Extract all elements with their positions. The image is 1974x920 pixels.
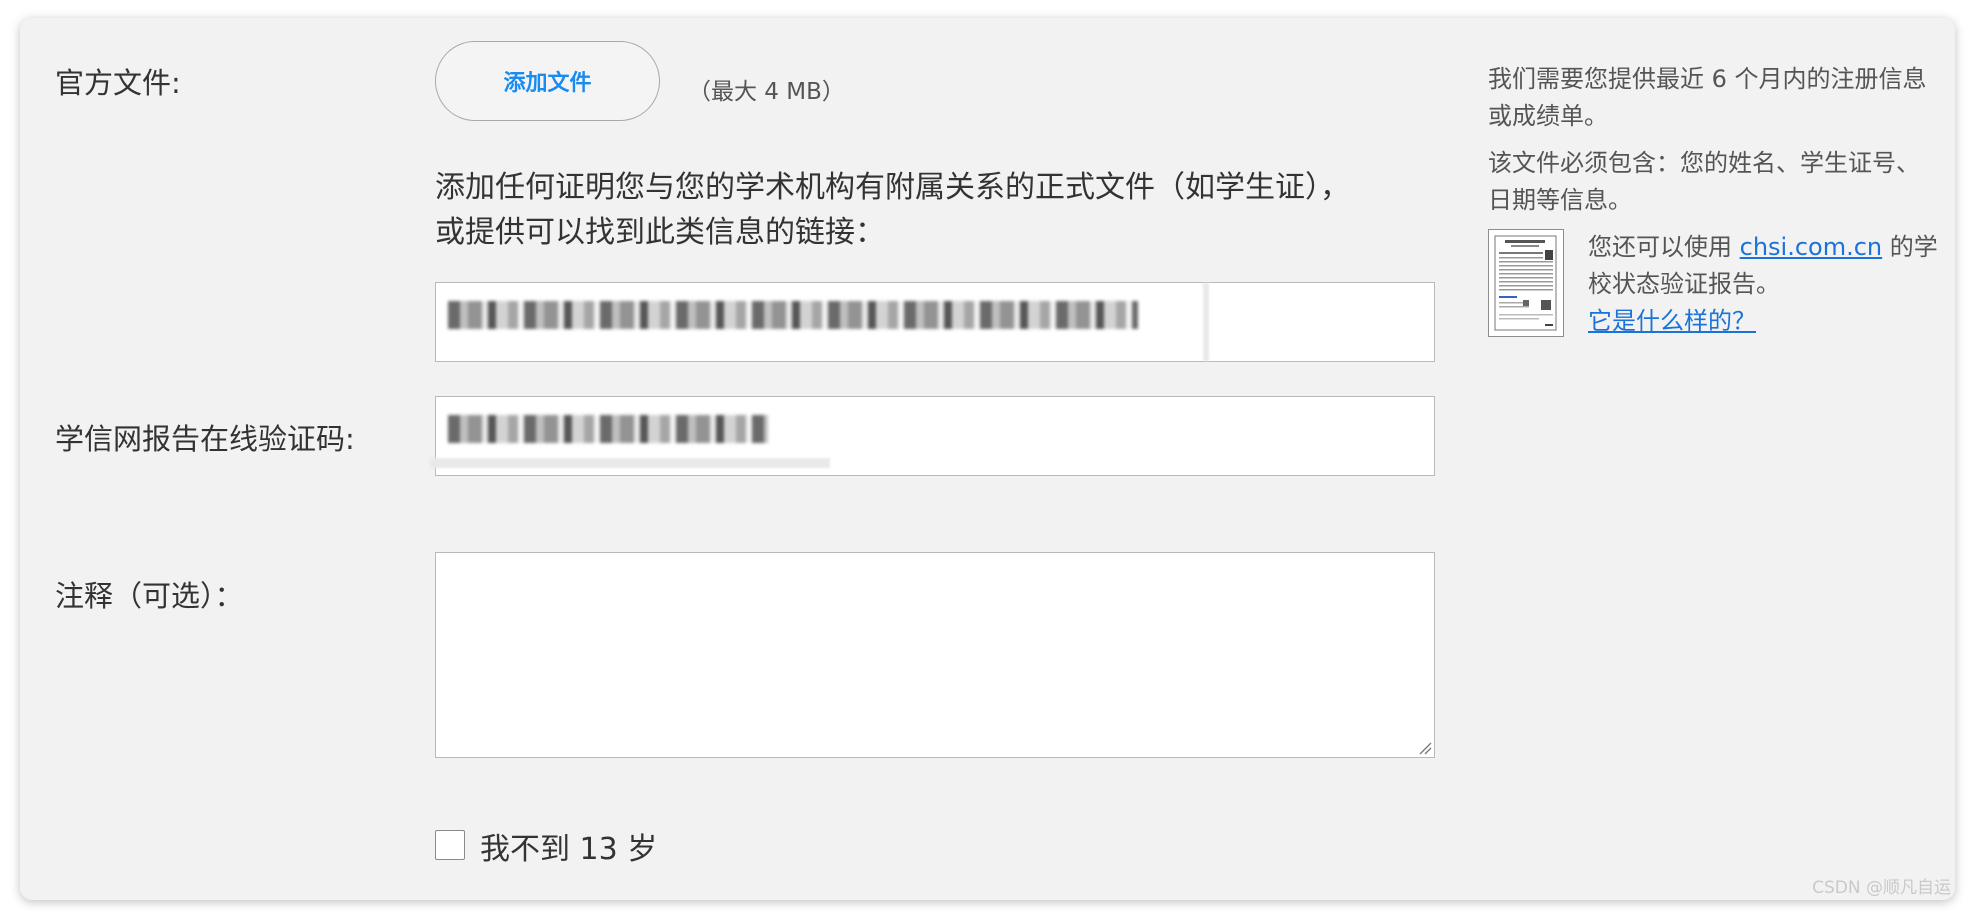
under-13-label: 我不到 13 岁 — [480, 832, 658, 867]
redacted-text — [448, 415, 768, 443]
redacted-edge — [1203, 283, 1209, 361]
form-panel: 官方文件: 学信网报告在线验证码: 注释（可选）： 添加文件 （最大 4 MB）… — [20, 18, 1955, 900]
watermark: CSDN @顺凡自运 — [1812, 878, 1951, 898]
redacted-strip — [430, 458, 830, 468]
resize-handle-icon[interactable] — [1418, 741, 1432, 755]
official-document-label: 官方文件: — [55, 66, 181, 100]
document-preview-icon — [1494, 235, 1557, 331]
chsi-prefix: 您还可以使用 — [1588, 233, 1740, 261]
add-file-button[interactable]: 添加文件 — [435, 41, 660, 121]
redacted-text — [448, 301, 1138, 329]
notes-label: 注释（可选）： — [55, 579, 244, 613]
document-link-input[interactable] — [435, 282, 1435, 362]
verification-code-label: 学信网报告在线验证码: — [55, 422, 355, 456]
notes-textarea[interactable] — [435, 552, 1435, 758]
max-size-hint: （最大 4 MB） — [688, 79, 845, 105]
chsi-link[interactable]: chsi.com.cn — [1740, 233, 1883, 261]
chsi-info: 您还可以使用 chsi.com.cn 的学校状态验证报告。 — [1588, 229, 1948, 303]
report-thumbnail-image — [1488, 229, 1564, 337]
example-link[interactable]: 它是什么样的？ — [1588, 303, 1756, 340]
document-requirements: 该文件必须包含：您的姓名、学生证号、日期等信息。 — [1488, 149, 1920, 214]
under-13-checkbox[interactable] — [435, 830, 465, 860]
registration-info: 我们需要您提供最近 6 个月内的注册信息或成绩单。 — [1488, 65, 1927, 130]
document-description: 添加任何证明您与您的学术机构有附属关系的正式文件（如学生证），或提供可以找到此类… — [435, 170, 1350, 250]
